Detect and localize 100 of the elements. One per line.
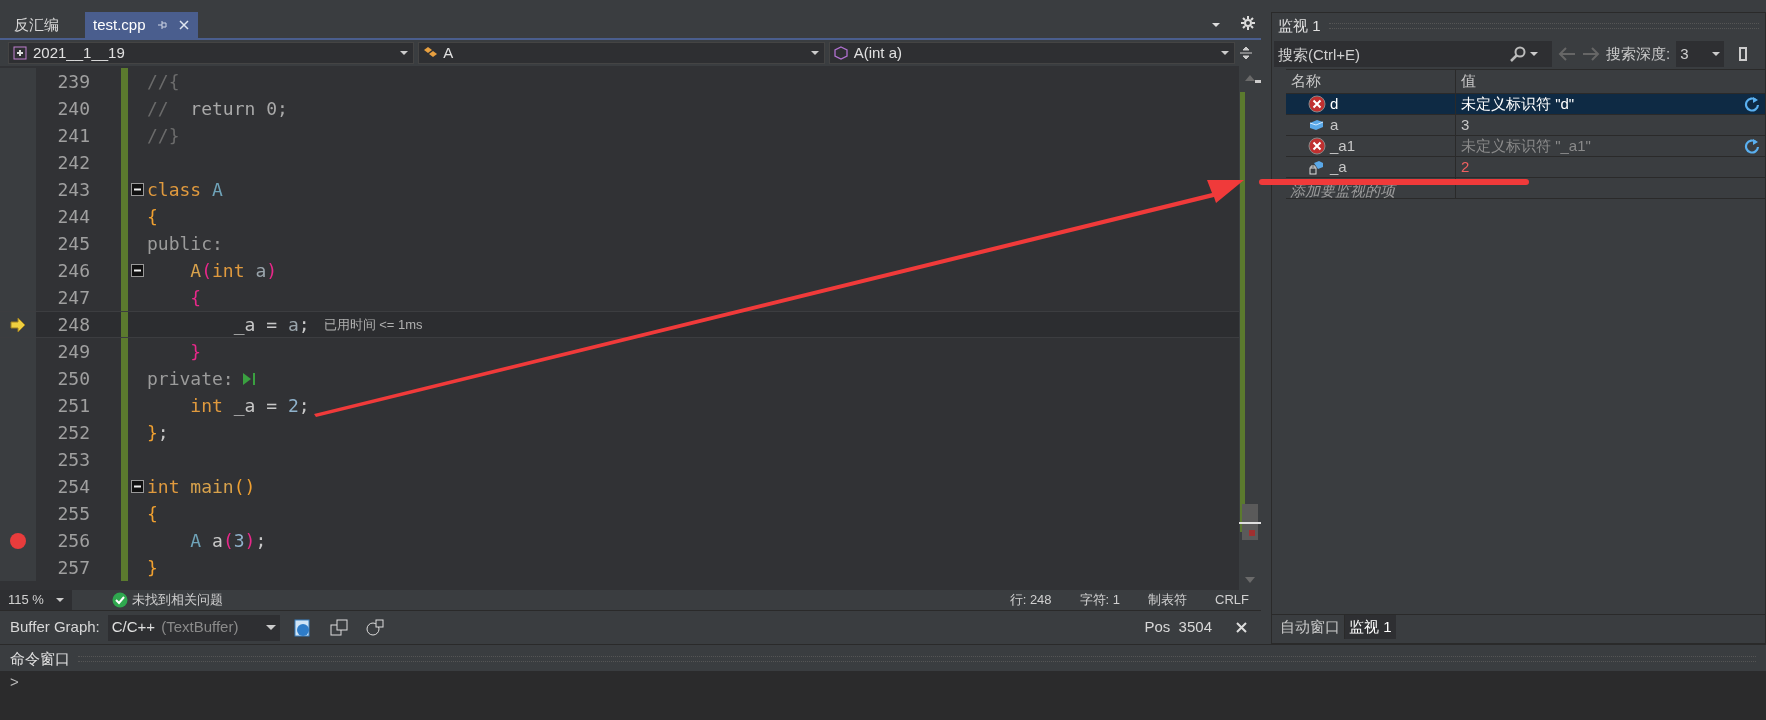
line-number: 241 <box>56 124 90 148</box>
collapse-icon[interactable] <box>131 264 144 277</box>
watch-row-name[interactable]: d <box>1286 94 1456 114</box>
line-number: 246 <box>56 259 90 283</box>
dropdown-icon <box>1211 20 1221 30</box>
line-number: 257 <box>56 556 90 580</box>
collapse-icon[interactable] <box>131 480 144 493</box>
code-line: { <box>147 205 158 229</box>
code-line: //} <box>147 124 180 148</box>
caret-position-marker <box>1239 522 1261 524</box>
dropdown-icon <box>1530 51 1538 57</box>
code-line: } <box>147 556 158 580</box>
code-line: private: <box>147 367 234 391</box>
breakpoint-marker <box>1249 530 1255 536</box>
close-icon <box>1236 622 1247 633</box>
line-number: 245 <box>56 232 90 256</box>
status-column[interactable]: 字符: 1 <box>1079 590 1121 610</box>
dropdown-icon <box>1712 51 1721 57</box>
line-number: 251 <box>56 394 90 418</box>
watch-value: 未定义标识符 "d" <box>1461 93 1576 114</box>
status-indent[interactable]: 制表符 <box>1148 590 1188 610</box>
dropdown-icon <box>56 597 64 603</box>
scroll-down-icon[interactable] <box>1244 576 1256 584</box>
depth-dropdown[interactable]: 3 <box>1676 41 1725 67</box>
code-line: int _a = 2; <box>189 394 310 418</box>
line-number: 243 <box>56 178 90 202</box>
cube-icon <box>833 46 848 60</box>
buffer-graph-label: Buffer Graph: <box>10 617 100 638</box>
watch-row-name[interactable]: a <box>1286 115 1456 135</box>
line-number: 253 <box>56 448 90 472</box>
issues-status[interactable]: 未找到相关问题 <box>132 590 223 610</box>
search-field[interactable]: 搜索(Ctrl+E) <box>1274 41 1506 67</box>
buffer-dropdown[interactable]: C/C++ (TextBuffer) <box>107 614 280 641</box>
line-number: 248 <box>56 313 90 337</box>
watch-value: 未定义标识符 "_a1" <box>1461 135 1592 156</box>
project-icon <box>13 46 27 60</box>
forward-icon <box>1582 46 1600 62</box>
panel-title: 命令窗口 <box>10 648 70 669</box>
back-icon <box>1558 46 1576 62</box>
watch-row-name[interactable]: _a <box>1286 157 1456 177</box>
line-number: 242 <box>56 151 90 175</box>
watch-value: 2 <box>1461 156 1471 177</box>
code-line: int main() <box>147 475 256 499</box>
line-number: 244 <box>56 205 90 229</box>
line-number: 250 <box>56 367 90 391</box>
code-line: { <box>189 286 202 310</box>
settings-icon <box>1241 16 1255 30</box>
code-line: } <box>189 340 202 364</box>
scroll-marker <box>1255 80 1261 83</box>
watch-row-name[interactable]: _a1 <box>1286 136 1456 156</box>
code-line: { <box>147 502 158 526</box>
class-icon <box>423 46 438 60</box>
depth-label: 搜索深度: <box>1606 43 1671 64</box>
dropdown-icon <box>809 49 820 57</box>
zoom-dropdown[interactable]: 115 % <box>0 590 72 610</box>
navigation-dropdown[interactable]: A <box>418 42 825 64</box>
refresh-icon <box>1744 138 1760 154</box>
watch-value: 3 <box>1461 114 1471 135</box>
close-icon <box>177 19 190 31</box>
code-line: // return 0; <box>147 97 288 121</box>
status-line[interactable]: 行: 248 <box>1009 590 1052 610</box>
split-icon <box>1239 46 1253 60</box>
collapse-icon[interactable] <box>131 183 144 196</box>
dropdown-icon <box>265 624 276 631</box>
code-line: public: <box>147 232 223 256</box>
code-line: A a(3); <box>189 529 267 553</box>
document-globe-icon <box>293 618 312 637</box>
panel-title: 监视 1 <box>1278 15 1321 36</box>
search-icon <box>1510 46 1526 62</box>
position-label: Pos 3504 <box>1144 617 1212 638</box>
line-number: 252 <box>56 421 90 445</box>
check-icon <box>112 592 128 608</box>
refresh-icon <box>1744 96 1760 112</box>
line-number: 254 <box>56 475 90 499</box>
command-input[interactable]: > <box>0 671 1766 720</box>
navigation-dropdown[interactable]: 2021__1__19 <box>8 42 415 64</box>
code-line: A(int a) <box>189 259 278 283</box>
column-header[interactable]: 名称 <box>1286 70 1456 93</box>
search-options-button[interactable] <box>1506 41 1552 67</box>
column-header[interactable]: 值 <box>1456 70 1765 93</box>
error-icon <box>1308 137 1326 155</box>
navigation-dropdown[interactable]: A(int a) <box>828 42 1235 64</box>
panel-tab[interactable]: 监视 1 <box>1345 615 1396 639</box>
inline-hint: 已用时间 <= 1ms <box>323 315 423 334</box>
code-line: }; <box>147 421 169 445</box>
editor-tab[interactable]: test.cpp <box>85 12 198 38</box>
error-icon <box>1308 95 1326 113</box>
line-number: 247 <box>56 286 90 310</box>
code-line: class A <box>147 178 223 202</box>
scroll-up-icon[interactable] <box>1244 74 1256 82</box>
graph-icon <box>365 618 384 637</box>
line-number: 240 <box>56 97 90 121</box>
code-line: //{ <box>147 70 180 94</box>
copy-icon <box>329 618 348 637</box>
run-to-cursor-icon[interactable] <box>241 371 256 386</box>
status-line-ending[interactable]: CRLF <box>1215 590 1249 610</box>
line-number: 255 <box>56 502 90 526</box>
code-line: _a = a; <box>232 313 310 337</box>
editor-tab[interactable]: 反汇编 <box>8 12 65 38</box>
line-number: 256 <box>56 529 90 553</box>
